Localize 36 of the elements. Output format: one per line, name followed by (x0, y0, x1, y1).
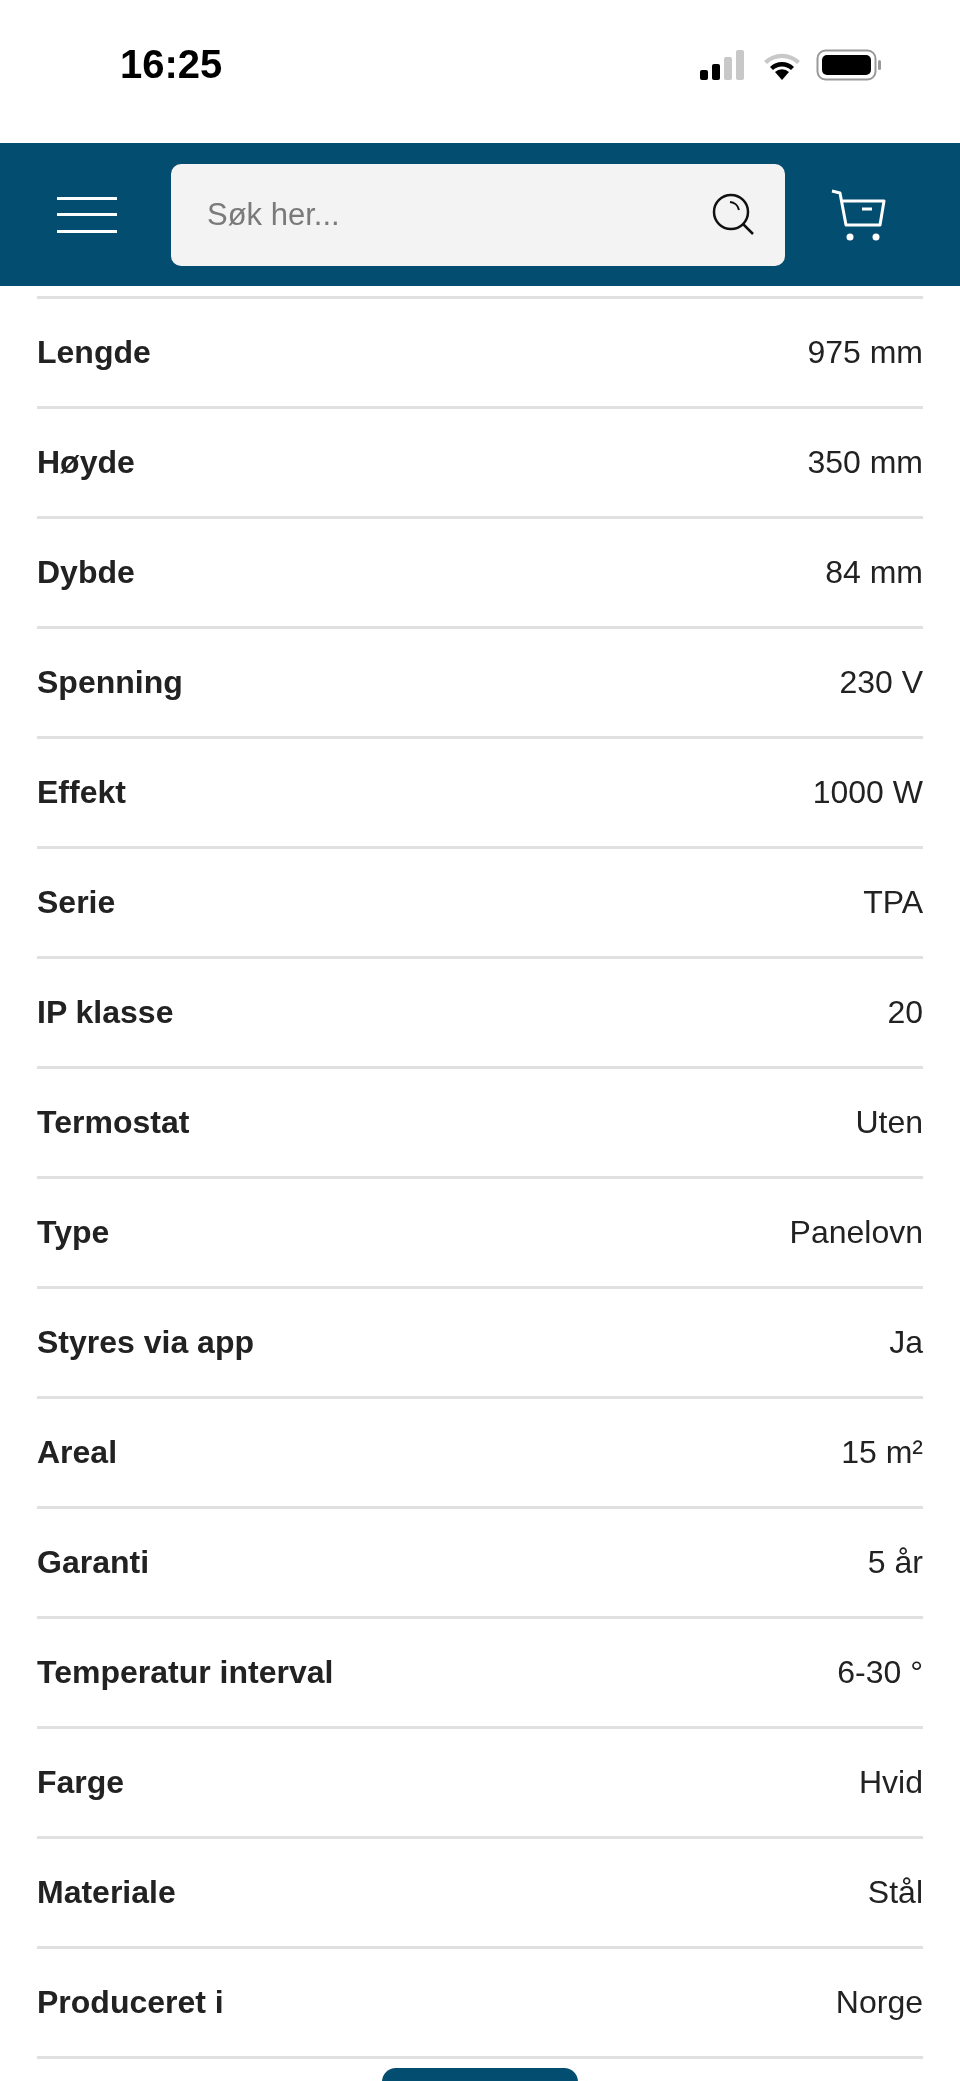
spec-label: Spenning (37, 664, 183, 701)
spec-label: Høyde (37, 444, 135, 481)
spec-value: Uten (855, 1104, 923, 1141)
spec-label: Garanti (37, 1544, 150, 1581)
spec-value: 15 m² (841, 1434, 923, 1471)
spec-value: Hvid (859, 1764, 923, 1801)
spec-label: Styres via app (37, 1324, 254, 1361)
spec-label: Type (37, 1214, 110, 1251)
spec-value: 1000 W (812, 774, 923, 811)
spec-label: Areal (37, 1434, 118, 1471)
status-time: 16:25 (120, 42, 223, 87)
spec-label: Effekt (37, 774, 126, 811)
menu-icon[interactable] (57, 196, 117, 233)
spec-value: 20 (887, 994, 923, 1031)
spec-label: Produceret i (37, 1984, 224, 2021)
spec-label: Materiale (37, 1874, 176, 1911)
spec-label: Temperatur interval (37, 1654, 334, 1691)
spec-value: 975 mm (807, 334, 923, 371)
spec-label: Lengde (37, 334, 151, 371)
spec-label: Dybde (37, 554, 135, 591)
spec-value: 6-30 ° (837, 1654, 923, 1691)
spec-value: Panelovn (789, 1214, 923, 1251)
spec-value: 84 mm (825, 554, 923, 591)
spec-value: TPA (863, 884, 923, 921)
spec-value: 5 år (867, 1544, 923, 1581)
search-field[interactable]: Søk her... (171, 163, 785, 266)
spec-label: Termostat (37, 1104, 190, 1141)
battery-icon (816, 48, 882, 81)
spec-label: IP klasse (37, 994, 174, 1031)
spec-value: Ja (889, 1324, 923, 1361)
spec-value: Stål (867, 1874, 923, 1911)
spec-value: 230 V (839, 664, 923, 701)
spec-value: 350 mm (807, 444, 923, 481)
spec-value: Norge (835, 1984, 923, 2021)
spec-label: Farge (37, 1764, 125, 1801)
spec-label: Serie (37, 884, 116, 921)
